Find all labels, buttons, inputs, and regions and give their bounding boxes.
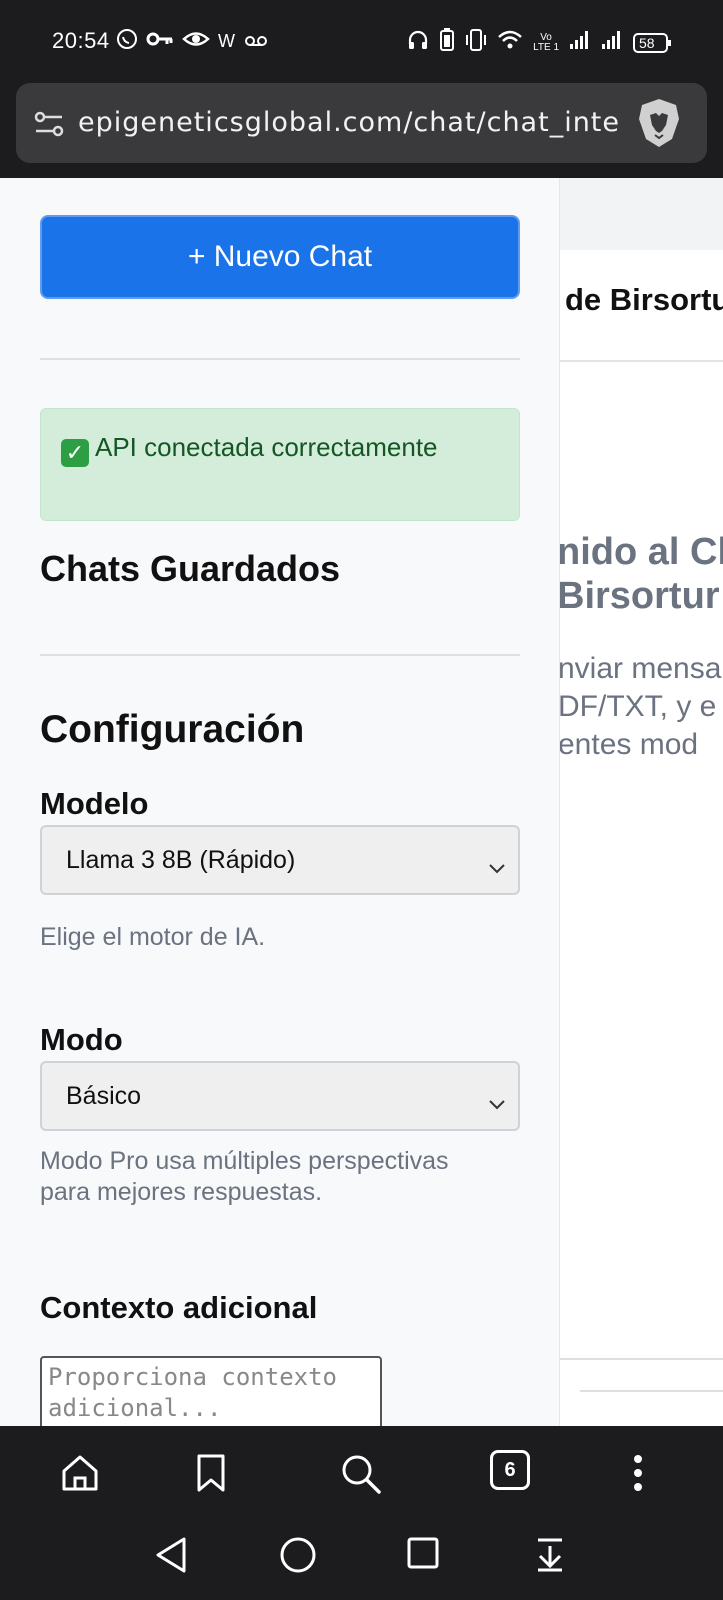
home-icon[interactable] [60, 1453, 100, 1498]
welcome-text-line-1: nviar mensa [558, 652, 722, 685]
model-select-value: Llama 3 8B (Rápido) [66, 845, 296, 874]
welcome-line-2: Birsortur! [557, 575, 723, 617]
welcome-description: nviar mensa DF/TXT, y e entes mod [558, 650, 721, 764]
search-icon[interactable] [340, 1453, 382, 1500]
saved-chats-heading: Chats Guardados [40, 548, 341, 589]
url-text[interactable]: epigeneticsglobal.com/chat/chat_inte [78, 107, 638, 138]
model-help: Elige el motor de IA. [40, 923, 266, 951]
whatsapp-icon [116, 28, 138, 55]
system-nav-bar [0, 1518, 723, 1600]
main-top-strip [560, 178, 723, 250]
mode-help: Modo Pro usa múltiples perspectivas para… [40, 1146, 449, 1208]
welcome-line-1: nido al Ch [557, 531, 723, 573]
recents-icon[interactable] [406, 1536, 440, 1575]
url-area: epigeneticsglobal.com/chat/chat_inte [0, 80, 723, 178]
api-status-text: API conectada correctamente [95, 432, 438, 462]
back-icon[interactable] [154, 1536, 188, 1579]
sidebar: + Nuevo Chat ✓ API conectada correctament… [0, 178, 560, 1426]
mode-select[interactable]: Básico [40, 1061, 520, 1131]
chat-title: de Birsortu [565, 282, 723, 317]
volte-icon: Vo LTE 1 [533, 32, 559, 53]
input-area-border-2 [580, 1390, 723, 1392]
new-chat-button[interactable]: + Nuevo Chat [40, 215, 520, 299]
site-settings-icon[interactable] [34, 109, 64, 144]
main-divider [560, 360, 723, 362]
headphones-icon [407, 29, 429, 56]
sidebar-divider-2 [40, 654, 520, 656]
w-letter-icon: W [218, 31, 235, 51]
notification-pull-icon[interactable] [535, 1536, 565, 1577]
status-bar: 20:54 W Vo LTE 1 58 [0, 0, 723, 80]
context-label: Contexto adicional [40, 1290, 318, 1325]
context-textarea[interactable]: Proporciona contexto adicional... [40, 1356, 382, 1426]
api-status-alert: ✓ API conectada correctamente [40, 408, 520, 521]
signal-icon-1 [569, 30, 591, 55]
context-placeholder-line-2: adicional... [48, 1394, 222, 1422]
eye-icon [182, 28, 210, 55]
home-nav-icon[interactable] [279, 1536, 317, 1579]
model-select[interactable]: Llama 3 8B (Rápido) [40, 825, 520, 895]
status-left-icons: W [116, 28, 269, 55]
signal-icon-2 [601, 30, 623, 55]
wifi-icon [497, 29, 523, 56]
config-heading: Configuración [40, 708, 305, 751]
bookmark-icon[interactable] [195, 1453, 227, 1498]
context-placeholder-line-1: Proporciona contexto [48, 1363, 337, 1391]
web-content: de Birsortu nido al Ch Birsortur! nviar … [0, 178, 723, 1426]
status-time: 20:54 [52, 28, 110, 53]
model-label: Modelo [40, 786, 149, 821]
chevron-down-icon [488, 853, 506, 882]
mode-help-line-2: para mejores respuestas. [40, 1178, 323, 1206]
input-area-border [560, 1358, 723, 1360]
mode-select-value: Básico [66, 1081, 142, 1110]
mode-label: Modo [40, 1022, 123, 1057]
vibrate-icon [465, 28, 487, 57]
voicemail-icon [243, 28, 269, 55]
brave-shield-icon[interactable] [636, 97, 682, 154]
sidebar-divider [40, 358, 520, 360]
more-menu-icon[interactable] [632, 1453, 644, 1498]
welcome-text-line-2: DF/TXT, y e [558, 690, 717, 723]
mode-help-line-1: Modo Pro usa múltiples perspectivas [40, 1147, 449, 1175]
browser-toolbar: 6 [0, 1426, 723, 1518]
battery-icon: 58 [633, 32, 673, 54]
battery-saver-icon [439, 28, 455, 57]
lte-label: LTE 1 [533, 41, 559, 53]
key-icon [146, 28, 174, 55]
check-mark-icon: ✓ [61, 439, 89, 467]
welcome-text-line-3: entes mod [558, 728, 699, 761]
address-bar[interactable]: epigeneticsglobal.com/chat/chat_inte [16, 83, 707, 163]
chevron-down-icon [488, 1089, 506, 1118]
battery-level: 58 [639, 34, 655, 51]
welcome-heading: nido al Ch Birsortur! [557, 530, 723, 618]
status-right-icons: Vo LTE 1 58 [407, 28, 673, 57]
tabs-button[interactable]: 6 [490, 1450, 530, 1490]
